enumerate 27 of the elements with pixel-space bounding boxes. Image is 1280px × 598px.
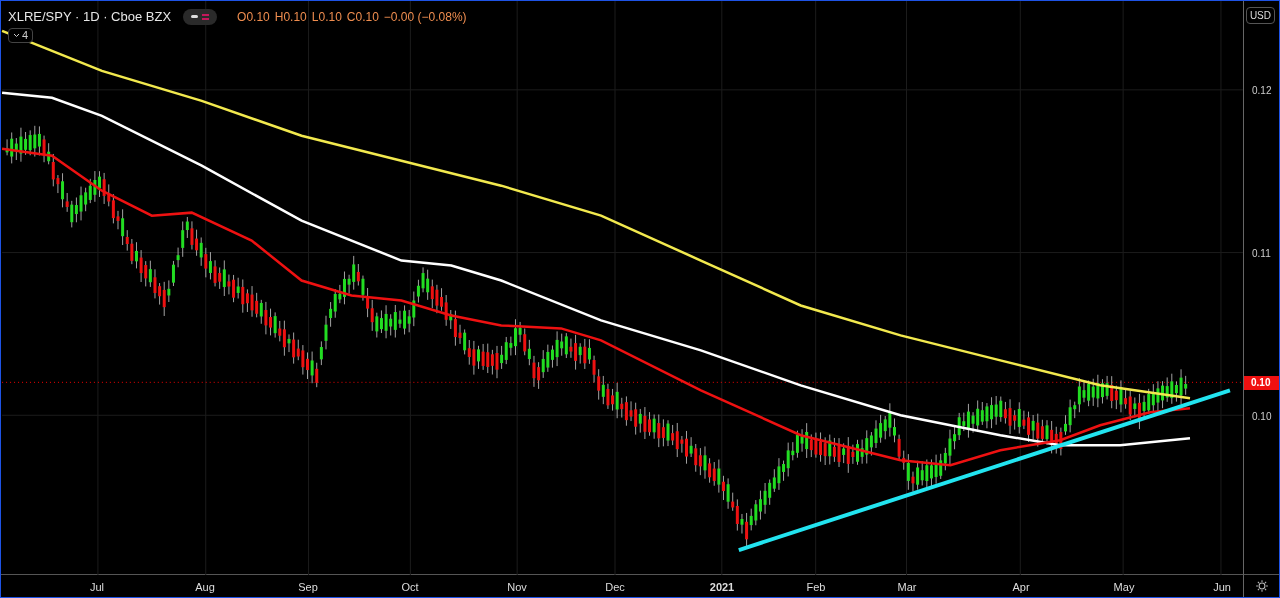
visibility-toggle-icon[interactable] [183,8,218,25]
time-label: May [1113,580,1135,595]
time-label: Aug [195,580,215,595]
time-label: Oct [401,580,419,595]
time-label: Sep [298,580,318,595]
indicators-toggle[interactable]: 4 [8,28,34,43]
time-label: Dec [605,580,625,595]
time-label: 2021 [709,580,735,595]
last-price-tag: 0.10 [1244,376,1279,390]
ohlc-value: H0.10 [274,8,307,26]
symbol-title: XLRE/SPY · 1D · Cboe BZX [8,8,172,26]
time-label: Mar [897,580,917,595]
price-label: 0.10 [1252,410,1272,424]
chevron-icon [13,33,20,38]
time-label: Jun [1213,580,1231,595]
ohlc-value: L0.10 [311,8,342,26]
currency-label[interactable]: USD [1245,7,1275,24]
price-change: −0.00 (−0.08%) [383,8,467,26]
time-label: Feb [806,580,826,595]
time-label: Nov [507,580,527,595]
time-label: Jul [89,580,105,595]
settings-icon[interactable] [1254,579,1269,593]
ohlc-value: C0.10 [346,8,379,26]
price-label: 0.12 [1252,84,1272,98]
price-label: 0.11 [1252,247,1271,261]
ohlc-value: O0.10 [237,8,270,26]
time-label: Apr [1012,580,1030,595]
